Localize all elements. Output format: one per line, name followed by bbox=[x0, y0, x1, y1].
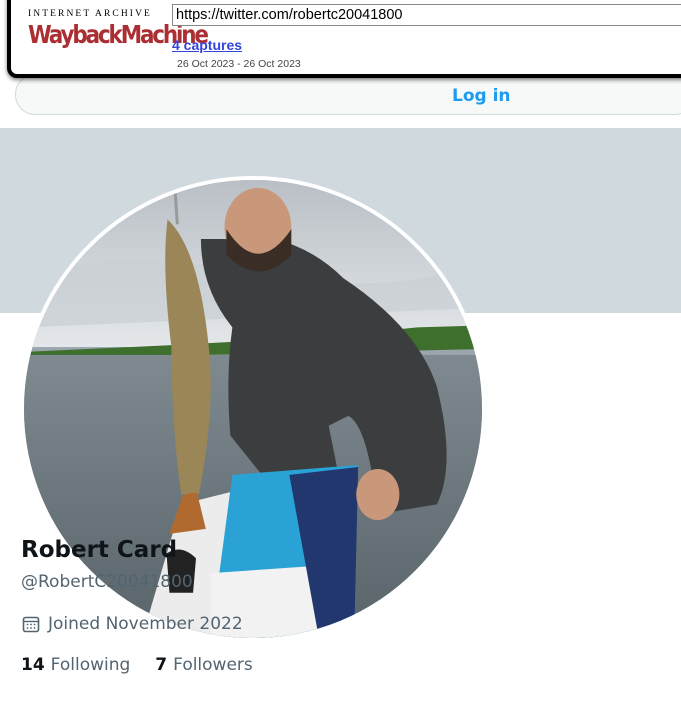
followers-count: 7 bbox=[155, 655, 168, 675]
login-link[interactable]: Log in bbox=[452, 86, 511, 106]
wayback-logo[interactable]: INTERNET ARCHIVE WaybackMachine bbox=[28, 9, 209, 51]
wayback-toolbar: INTERNET ARCHIVE WaybackMachine 4 captur… bbox=[7, 0, 681, 78]
joined-label: Joined November 2022 bbox=[48, 614, 243, 634]
followers-link[interactable]: 7 Followers bbox=[155, 655, 252, 675]
following-count: 14 bbox=[21, 655, 45, 675]
wayback-url-input[interactable] bbox=[172, 4, 681, 26]
following-label: Following bbox=[50, 655, 131, 675]
profile-name: Robert Card bbox=[21, 537, 178, 563]
profile-handle: @RobertC20041800 bbox=[21, 572, 193, 592]
wayback-logo-top: INTERNET ARCHIVE bbox=[28, 9, 152, 19]
wayback-logo-main: WaybackMachine bbox=[28, 20, 209, 49]
following-link[interactable]: 14 Following bbox=[21, 655, 130, 675]
login-bar bbox=[15, 74, 681, 115]
profile-banner bbox=[0, 128, 681, 642]
wayback-capture-dates: 26 Oct 2023 - 26 Oct 2023 bbox=[177, 58, 301, 70]
calendar-icon bbox=[22, 616, 40, 633]
wayback-captures-link[interactable]: 4 captures bbox=[172, 37, 242, 53]
followers-label: Followers bbox=[173, 655, 253, 675]
avatar-photo bbox=[24, 180, 482, 638]
follow-stats: 14 Following 7 Followers bbox=[21, 655, 253, 675]
joined-date: Joined November 2022 bbox=[21, 614, 243, 634]
